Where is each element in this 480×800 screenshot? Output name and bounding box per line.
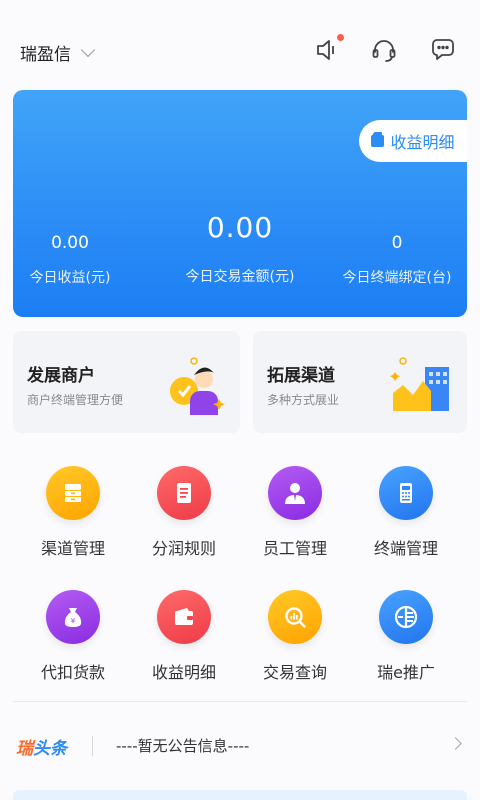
grid-terminal-management[interactable]: 终端管理 — [351, 466, 461, 559]
grid-profit-rules[interactable]: 分润规则 — [129, 466, 239, 559]
today-bind-stat: 0 今日终端绑定(台) — [339, 233, 455, 287]
separator — [92, 736, 93, 756]
rules-icon — [157, 466, 211, 520]
merchant-illustration-icon — [170, 357, 225, 415]
channel-illustration-icon — [390, 357, 449, 411]
search-chart-icon — [268, 590, 322, 644]
grid-rui-promote[interactable]: 瑞e推广 — [351, 590, 461, 683]
announcement-bar[interactable]: 瑞头条 ----暂无公告信息---- — [0, 720, 480, 770]
today-income-stat: 0.00 今日收益(元) — [13, 233, 127, 287]
grid-label: 收益明细 — [151, 663, 216, 682]
terminal-icon — [379, 466, 433, 520]
grid-label: 交易查询 — [262, 663, 327, 682]
grid-channel-management[interactable]: 渠道管理 — [18, 466, 128, 559]
grid-deduct-payment[interactable]: ¥ 代扣货款 — [18, 590, 128, 683]
develop-merchant-card[interactable]: 发展商户 商户终端管理方便 — [13, 331, 240, 433]
today-bind-label: 今日终端绑定(台) — [342, 270, 452, 286]
chevron-down-icon — [80, 42, 96, 58]
bottom-banner-edge — [13, 790, 467, 800]
today-trade-value: 0.00 — [206, 211, 274, 244]
staff-icon — [268, 466, 322, 520]
chat-icon[interactable] — [429, 36, 457, 64]
grid-label: 员工管理 — [262, 539, 327, 558]
today-trade-stat: 0.00 今日交易金额(元) — [167, 211, 313, 286]
chevron-right-icon[interactable] — [449, 737, 462, 750]
feature-title: 拓展渠道 — [267, 366, 335, 386]
grid-label: 分润规则 — [151, 539, 216, 558]
rui-headline-logo: 瑞头条 — [16, 739, 67, 759]
grid-staff-management[interactable]: 员工管理 — [240, 466, 350, 559]
today-bind-value: 0 — [391, 233, 403, 253]
speaker-icon[interactable] — [314, 34, 344, 64]
wallet-icon — [157, 590, 211, 644]
today-trade-label: 今日交易金额(元) — [185, 269, 295, 285]
divider — [13, 701, 467, 702]
grid-label: 瑞e推广 — [377, 663, 435, 682]
feature-subtitle: 多种方式展业 — [267, 393, 340, 407]
grid-label: 代扣货款 — [40, 663, 105, 682]
expand-channel-card[interactable]: 拓展渠道 多种方式展业 — [253, 331, 467, 433]
app-name: 瑞盈信 — [20, 45, 71, 65]
svg-text:¥: ¥ — [71, 617, 76, 625]
income-detail-button[interactable]: 收益明细 — [359, 120, 467, 162]
money-bag-icon: ¥ — [46, 590, 100, 644]
feature-subtitle: 商户终端管理方便 — [27, 393, 124, 407]
promote-icon — [379, 590, 433, 644]
feature-title: 发展商户 — [27, 366, 95, 386]
grid-label: 渠道管理 — [40, 539, 105, 558]
today-income-value: 0.00 — [51, 233, 89, 253]
wallet-icon — [371, 135, 385, 147]
income-detail-label: 收益明细 — [390, 133, 455, 152]
app-switcher[interactable]: 瑞盈信 — [20, 40, 96, 65]
today-income-label: 今日收益(元) — [29, 270, 111, 286]
grid-income-detail[interactable]: 收益明细 — [129, 590, 239, 683]
channel-icon — [46, 466, 100, 520]
announcement-text: ----暂无公告信息---- — [116, 737, 250, 755]
grid-label: 终端管理 — [373, 539, 438, 558]
notification-dot — [337, 34, 344, 41]
top-bar: 瑞盈信 — [0, 0, 480, 90]
grid-trade-query[interactable]: 交易查询 — [240, 590, 350, 683]
headset-icon[interactable] — [370, 36, 398, 64]
earnings-card: 收益明细 0.00 今日收益(元) 0.00 今日交易金额(元) 0 今日终端绑… — [13, 90, 467, 317]
